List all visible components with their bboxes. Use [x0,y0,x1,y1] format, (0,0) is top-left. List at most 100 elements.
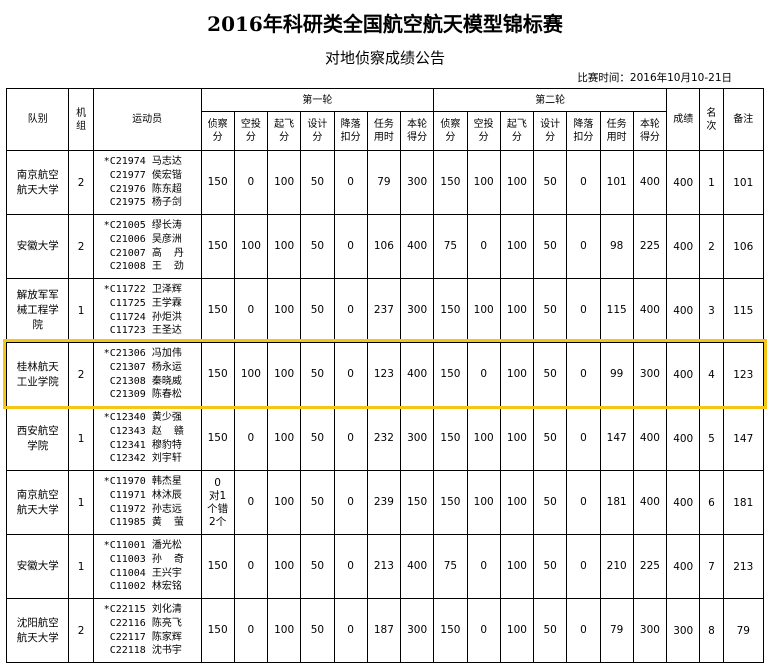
note-cell: 123 [722,342,765,407]
header-r1-col-2: 起飞分 [266,111,302,151]
r1-score-cell: 150 [200,406,235,471]
r1-score-cell: 50 [300,470,335,535]
header-r2-col-6: 本轮 得分 [632,111,668,151]
r2-score-cell: 100 [499,150,535,215]
header-r2-col-1: 空投分 [466,111,501,151]
r1-score-cell: 232 [366,406,402,471]
total-cell: 400 [666,150,701,215]
r2-score-cell: 100 [499,278,535,343]
r1-score-cell: 300 [399,406,435,471]
r2-score-cell: 100 [466,470,501,535]
r2-score-cell: 0 [466,598,501,663]
r2-score-cell: 400 [632,278,668,343]
note-cell: 181 [722,470,765,535]
header-r2-col-0: 侦察分 [433,111,468,151]
r1-score-cell: 213 [366,534,402,599]
header-r1-col-3: 设计分 [300,111,335,151]
r1-score-cell: 100 [266,278,302,343]
r1-score-cell: 0 [333,470,368,535]
r1-score-cell: 0 [233,406,269,471]
r2-score-cell: 300 [632,598,668,663]
rank-cell: 1 [699,150,724,215]
r2-score-cell: 50 [533,598,568,663]
table-row: 南京航空 航天大学 1 *C11970 韩杰星 C11971 林沐辰 C11972 孙… [5,470,765,535]
page-title: 2016年科研类全国航空航天模型锦标赛 [207,12,563,36]
r2-score-cell: 147 [599,406,634,471]
r2-score-cell: 100 [499,406,535,471]
r2-score-cell: 0 [566,470,601,535]
r2-score-cell: 0 [566,278,601,343]
group-cell: 1 [68,406,94,471]
note-cell: 213 [722,534,765,599]
r1-score-cell: 0 [333,598,368,663]
r2-score-cell: 99 [599,342,634,407]
table-row: 沈阳航空 航天大学 2 *C22115 刘化清 C22116 陈亮飞 C22117 陈… [5,598,765,663]
note-cell: 101 [722,150,765,215]
header-r1-col-1: 空投分 [233,111,269,151]
r2-score-cell: 98 [599,214,634,279]
r1-score-cell: 0 [233,470,269,535]
r2-score-cell: 0 [566,406,601,471]
r1-score-cell: 50 [300,342,335,407]
r2-score-cell: 50 [533,150,568,215]
header-r1-col-4: 降落 扣分 [333,111,368,151]
r1-score-cell: 100 [233,214,269,279]
r1-score-cell: 50 [300,534,335,599]
note-cell: 106 [722,214,765,279]
total-cell: 400 [666,278,701,343]
r1-score-cell: 150 [399,470,435,535]
r1-score-cell: 100 [266,534,302,599]
r2-score-cell: 400 [632,150,668,215]
r2-score-cell: 50 [533,342,568,407]
r2-score-cell: 100 [499,470,535,535]
r2-score-cell: 0 [466,342,501,407]
group-cell: 1 [68,534,94,599]
r2-score-cell: 0 [566,150,601,215]
header-round1: 第一轮 [200,88,435,112]
r2-score-cell: 100 [466,278,501,343]
r2-score-cell: 100 [466,150,501,215]
r2-score-cell: 150 [433,470,468,535]
athletes-cell: *C11970 韩杰星 C11971 林沐辰 C11972 孙志远 C11985… [92,470,202,535]
header-r2-col-2: 起飞分 [499,111,535,151]
r2-score-cell: 225 [632,534,668,599]
r1-score-cell: 150 [200,214,235,279]
r1-score-cell: 50 [300,214,335,279]
r2-score-cell: 300 [632,342,668,407]
team-cell: 沈阳航空 航天大学 [5,598,70,663]
r1-score-cell: 150 [200,150,235,215]
athletes-cell: *C22115 刘化清 C22116 陈亮飞 C22117 陈家辉 C22118… [92,598,202,663]
note-cell: 79 [722,598,765,663]
rank-cell: 7 [699,534,724,599]
athletes-cell: *C12340 黄少强 C12343 赵 赣 C12341 穆豹特 C12342… [92,406,202,471]
group-cell: 1 [68,470,94,535]
r2-score-cell: 50 [533,278,568,343]
competition-date: 比赛时间：2016年10月10-21日 [577,72,732,84]
total-cell: 400 [666,534,701,599]
r1-score-cell: 239 [366,470,402,535]
r2-score-cell: 0 [466,214,501,279]
r2-score-cell: 75 [433,534,468,599]
r1-score-cell: 0 [233,150,269,215]
r2-score-cell: 150 [433,406,468,471]
header-plane-group: 机组 [68,88,94,151]
r1-score-cell: 400 [399,534,435,599]
r1-score-cell: 100 [266,214,302,279]
note-cell: 147 [722,406,765,471]
r1-score-cell: 100 [233,342,269,407]
group-cell: 2 [68,214,94,279]
r2-score-cell: 100 [499,214,535,279]
page-subtitle: 对地侦察成绩公告 [324,49,445,67]
r1-score-cell: 400 [399,342,435,407]
r1-score-cell: 150 [200,342,235,407]
r1-score-cell: 0 [233,534,269,599]
table-row: 安徽大学 1 *C11001 潘光松 C11003 孙 奇 C11004 王兴宇 C… [5,534,765,599]
r2-score-cell: 50 [533,470,568,535]
r1-score-cell: 106 [366,214,402,279]
total-cell: 400 [666,214,701,279]
r2-score-cell: 115 [599,278,634,343]
group-cell: 2 [68,342,94,407]
r1-score-cell: 100 [266,470,302,535]
r1-score-cell: 0 [333,214,368,279]
team-cell: 桂林航天 工业学院 [5,342,70,407]
